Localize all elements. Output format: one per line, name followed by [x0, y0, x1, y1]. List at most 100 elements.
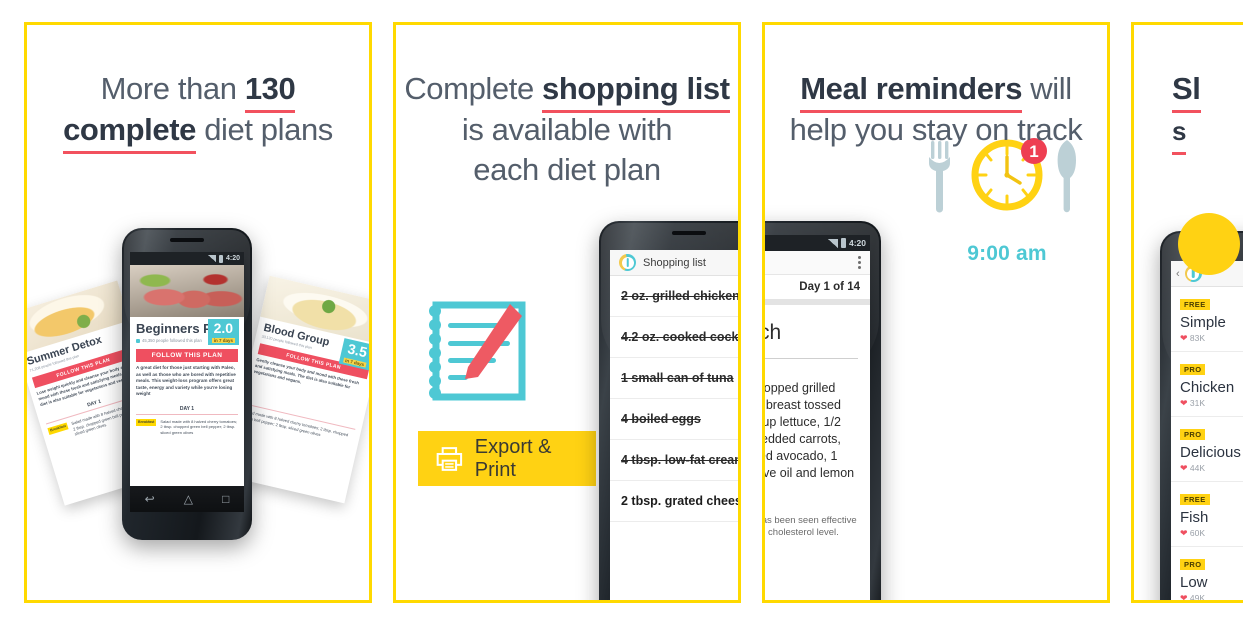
headline-highlight-shopping-list: shopping list — [542, 69, 730, 113]
status-bar-clock-1: 4:20 — [225, 255, 240, 262]
plan-like-count: 83K — [1189, 333, 1206, 343]
plan-day-rule — [136, 413, 238, 415]
export-and-print-button[interactable]: Export & Print — [418, 431, 596, 486]
plan-name: Chicken — [1180, 379, 1235, 396]
battery-icon — [218, 254, 223, 263]
phone-screen-2: Shopping list 2 oz. grilled chicken 4.2 … — [610, 250, 738, 600]
headline-highlight-4: Sl — [1172, 69, 1201, 113]
follow-plan-button[interactable]: FOLLOW THIS PLAN — [136, 349, 238, 362]
plan-tag: PRO — [1180, 559, 1206, 570]
plan-name: Simple — [1180, 314, 1226, 331]
plan-likes: ❤ 44K — [1180, 463, 1243, 474]
phone-device-2: Shopping list 2 oz. grilled chicken 4.2 … — [599, 221, 738, 600]
back-chevron-icon[interactable]: ‹ — [1176, 268, 1180, 280]
notepad-pencil-icon — [429, 301, 526, 401]
headline-highlight-complete: complete — [63, 110, 196, 154]
list-item[interactable]: FREE Fish ❤ 60K — [1171, 482, 1243, 547]
meal-description: 3 oz. chopped grilled chicken breast tos… — [765, 381, 855, 480]
list-item[interactable]: PRO Delicious ❤ 44K — [1171, 417, 1243, 482]
export-and-print-label: Export & Print — [474, 435, 552, 481]
meal-time-row: 13:00 — [765, 349, 870, 367]
panel-3-headline: Meal reminders will help you stay on tra… — [765, 69, 1107, 150]
list-item[interactable]: 4.2 oz. cooked cockle — [610, 317, 738, 358]
heart-icon: ❤ — [1180, 528, 1188, 538]
list-item[interactable]: 1 small can of tuna — [610, 358, 738, 399]
headline-text-2c: each diet plan — [473, 152, 661, 187]
plan-likes: ❤ 60K — [1180, 528, 1243, 539]
promo-panel-3: Meal reminders will help you stay on tra… — [762, 22, 1110, 603]
meal-time-divider — [765, 357, 858, 359]
panel-2-clip: Complete shopping list is available with… — [396, 25, 738, 600]
plan-card-meal-tag-left: Breakfast — [47, 422, 69, 435]
promo-panel-2: Complete shopping list is available with… — [393, 22, 741, 603]
phone-screen-1: 4:20 2.0 in 7 days Beginners Paleo 45,35… — [130, 252, 244, 486]
plan-followers: 45,350 people followed this plan — [142, 338, 202, 343]
phone-speaker-2 — [672, 231, 706, 235]
phone-screen-4: ‹ FREE Simple ❤ 83K PRO Chicken ❤ 31K PR… — [1171, 261, 1243, 600]
yellow-accent-bubble — [1178, 213, 1240, 275]
plan-card-rating-number-right: 3.5 — [346, 340, 369, 361]
promo-panel-1: More than 130 complete diet plans Summer… — [24, 22, 372, 603]
android-navbar-1[interactable]: ↩ △ □ — [130, 486, 244, 512]
headline-highlight-meal-reminders: Meal reminders — [800, 69, 1022, 113]
list-item[interactable]: FREE Simple ❤ 83K — [1171, 287, 1243, 352]
list-item[interactable]: 2 tbsp. grated cheese — [610, 481, 738, 522]
screenshot-root: More than 130 complete diet plans Summer… — [0, 0, 1243, 631]
plan-meal-row: Breakfast Salad made with 8 halved cherr… — [130, 418, 244, 436]
plan-tag: FREE — [1180, 494, 1210, 505]
app-logo-icon — [619, 254, 636, 271]
panel-1-clip: More than 130 complete diet plans Summer… — [27, 25, 369, 600]
plan-name: Fish — [1180, 509, 1209, 526]
heart-icon: ❤ — [1180, 593, 1188, 600]
headline-text-2a: Complete — [404, 71, 542, 106]
plan-description: A great diet for those just starting wit… — [136, 365, 236, 397]
plan-meal-text: Salad made with 8 halved cherry tomatoes… — [160, 418, 238, 435]
panel-3-clip: Meal reminders will help you stay on tra… — [765, 25, 1107, 600]
headline-highlight-130: 130 — [244, 69, 296, 113]
plan-tag: PRO — [1180, 364, 1206, 375]
list-item[interactable]: PRO Chicken ❤ 31K — [1171, 352, 1243, 417]
meal-note: Olive oil has been seen effective in low… — [765, 515, 857, 538]
shopping-list-header: Shopping list — [610, 250, 738, 276]
shopping-list-title: Shopping list — [643, 256, 706, 269]
home-icon[interactable]: △ — [184, 492, 193, 506]
list-item[interactable]: 2 oz. grilled chicken — [610, 276, 738, 317]
status-bar-3: 4:20 — [765, 235, 870, 251]
heart-icon: ❤ — [1180, 463, 1188, 473]
day-progress-bar — [765, 299, 870, 305]
plans-list: FREE Simple ❤ 83K PRO Chicken ❤ 31K PRO … — [1171, 287, 1243, 600]
plan-day-label: DAY 1 — [179, 405, 195, 412]
plan-like-count: 31K — [1189, 398, 1206, 408]
phone-device-4: ‹ FREE Simple ❤ 83K PRO Chicken ❤ 31K PR… — [1160, 231, 1243, 600]
plan-likes: ❤ 49K — [1180, 593, 1243, 600]
headline-text-1b: diet plans — [195, 112, 333, 147]
list-item[interactable]: PRO Low ❤ 49K — [1171, 547, 1243, 600]
battery-icon — [840, 238, 846, 248]
signal-icon — [207, 255, 216, 262]
heart-icon — [136, 339, 140, 343]
panel-4-clip: Sl s ‹ FREE Simple ❤ 83K PRO Chicken ❤ 3… — [1134, 25, 1243, 600]
plan-rating-number: 2.0 — [213, 320, 234, 336]
panel-1-headline: More than 130 complete diet plans — [27, 69, 369, 154]
panel-2-headline: Complete shopping list is available with… — [396, 69, 738, 190]
signal-icon — [827, 238, 838, 248]
plan-name: Low — [1180, 574, 1208, 591]
headline-text-2b: is available with — [461, 112, 673, 147]
list-item[interactable]: 4 boiled eggs — [610, 399, 738, 440]
headline-text-3a: will — [1022, 71, 1072, 106]
back-icon[interactable]: ↩ — [145, 492, 155, 506]
recents-icon[interactable]: □ — [222, 492, 229, 506]
panel-4-headline: Sl s — [1134, 69, 1243, 155]
phone-device-3: 4:20 Day 1 of 14 Lunch 13:00 3 oz. chopp… — [765, 221, 881, 600]
plan-likes: ❤ 83K — [1180, 333, 1243, 344]
phone-device-1: 4:20 2.0 in 7 days Beginners Paleo 45,35… — [122, 228, 252, 540]
list-item[interactable]: 4 tbsp. low-fat cream — [610, 440, 738, 481]
printer-icon — [436, 446, 463, 471]
shopping-list: 2 oz. grilled chicken 4.2 oz. cooked coc… — [610, 276, 738, 522]
plan-name: Delicious — [1180, 444, 1241, 461]
meal-screen-header — [765, 251, 870, 275]
plan-like-count: 49K — [1189, 593, 1206, 600]
overflow-menu-icon[interactable] — [858, 256, 861, 271]
headline-text-3b: help you stay on track — [789, 112, 1083, 147]
day-counter: Day 1 of 14 — [799, 281, 860, 293]
